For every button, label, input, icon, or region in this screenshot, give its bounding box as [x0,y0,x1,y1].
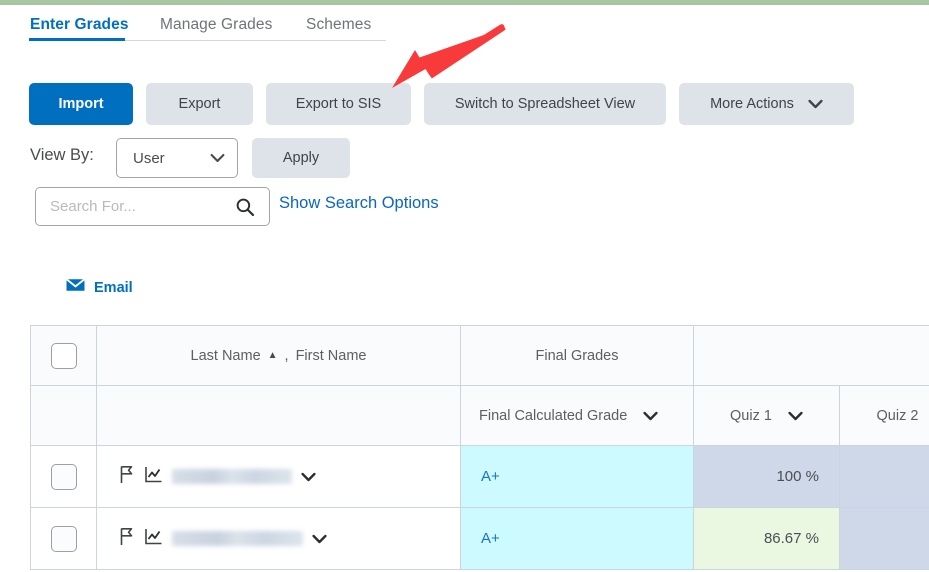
table-header-row: Final Calculated Grade Quiz 1 Quiz 2 [31,386,929,446]
grade-value: A+ [481,468,500,485]
name-separator: , [284,347,289,364]
first-name-label: First Name [295,347,367,364]
header-checkbox-spacer [31,386,97,445]
row-name-cell [97,508,461,569]
checkbox-unchecked-icon[interactable] [50,342,77,369]
quiz-1-cell[interactable]: 100 % [694,446,840,507]
final-calculated-grade-cell[interactable]: A+ [461,508,694,569]
top-accent-band [0,0,929,5]
row-name-cell [97,446,461,507]
page-root: Enter Grades Manage Grades Schemes Impor… [0,0,929,572]
quiz-2-cell[interactable]: 93.3 [840,508,929,569]
row-select-cell [31,446,97,507]
table-row: A+ 86.67 % 93.3 [31,508,929,570]
grade-value: A+ [481,530,500,547]
quiz-1-value: 86.67 % [763,530,819,547]
flag-icon[interactable] [119,527,135,551]
quiz-1-value: 100 % [776,468,819,485]
quiz-1-header[interactable]: Quiz 1 [694,386,840,445]
show-search-options-link[interactable]: Show Search Options [279,194,439,213]
email-button[interactable]: Email [65,278,133,297]
checkbox-unchecked-icon[interactable] [50,463,77,490]
envelope-icon [65,278,86,297]
email-label: Email [94,279,133,296]
view-by-row: View By: User Apply [0,138,929,180]
chevron-down-icon[interactable] [301,472,316,482]
flag-icon[interactable] [119,465,135,489]
student-name [172,469,292,484]
switch-to-spreadsheet-view-button[interactable]: Switch to Spreadsheet View [424,83,666,125]
blank-group-header [694,326,929,386]
navigation-tabs: Enter Grades Manage Grades Schemes [0,12,929,42]
select-all-cell [31,326,97,386]
apply-button[interactable]: Apply [252,138,350,178]
active-tab-underline [29,38,125,41]
checkbox-unchecked-icon[interactable] [50,525,77,552]
quiz-1-label: Quiz 1 [730,407,772,424]
table-header-group-row: Last Name ▲ , First Name Final Grades [31,326,929,386]
final-calculated-grade-label: Final Calculated Grade [479,407,628,424]
search-input[interactable] [50,192,228,221]
email-row: Email [0,278,929,304]
view-by-selected-value: User [133,149,165,167]
quiz-2-label: Quiz 2 [876,407,919,424]
name-column-header[interactable]: Last Name ▲ , First Name [97,326,461,386]
chevron-down-icon [808,99,823,109]
chevron-down-icon[interactable] [788,411,803,421]
tab-schemes[interactable]: Schemes [306,12,371,38]
more-actions-button[interactable]: More Actions [679,83,854,125]
student-name [172,531,303,546]
tab-manage-grades[interactable]: Manage Grades [160,12,272,38]
grades-toolbar: Import Export Export to SIS Switch to Sp… [0,83,929,125]
table-row: A+ 100 % 10 [31,446,929,508]
sort-ascending-icon: ▲ [267,350,278,361]
quiz-2-cell[interactable]: 10 [840,446,929,507]
search-box[interactable] [35,187,270,226]
import-button[interactable]: Import [29,83,133,125]
view-by-select[interactable]: User [116,138,238,178]
chevron-down-icon [210,153,225,163]
view-by-label: View By: [30,146,94,164]
line-chart-icon[interactable] [144,527,163,551]
search-row: Show Search Options [0,187,929,227]
more-actions-label: More Actions [710,96,794,112]
chevron-down-icon[interactable] [312,534,327,544]
export-to-sis-button[interactable]: Export to SIS [266,83,411,125]
final-grades-group-label: Final Grades [535,347,619,364]
last-name-label: Last Name [190,347,261,364]
final-calculated-grade-header[interactable]: Final Calculated Grade [461,386,694,445]
grades-table: Last Name ▲ , First Name Final Grades Fi… [30,325,929,570]
final-grades-group-header: Final Grades [461,326,694,386]
header-name-spacer [97,386,461,445]
final-calculated-grade-cell[interactable]: A+ [461,446,694,507]
quiz-1-cell[interactable]: 86.67 % [694,508,840,569]
tab-enter-grades[interactable]: Enter Grades [30,12,129,38]
line-chart-icon[interactable] [144,465,163,489]
chevron-down-icon[interactable] [643,411,658,421]
export-button[interactable]: Export [146,83,253,125]
row-select-cell [31,508,97,569]
quiz-2-header[interactable]: Quiz 2 [840,386,929,445]
search-icon[interactable] [228,190,262,224]
